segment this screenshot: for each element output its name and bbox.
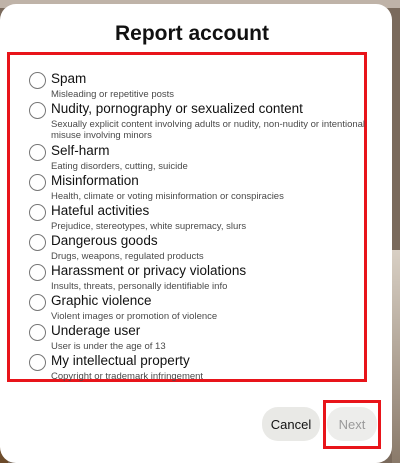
option-label: Hateful activities <box>51 203 150 218</box>
next-button[interactable]: Next <box>327 407 377 441</box>
radio-button[interactable] <box>29 354 46 371</box>
radio-button[interactable] <box>29 204 46 221</box>
option-description: Prejudice, stereotypes, white supremacy,… <box>51 221 247 232</box>
report-reasons-list: Spam Misleading or repetitive posts Nudi… <box>7 52 367 382</box>
option-description: Drugs, weapons, regulated products <box>51 251 204 262</box>
option-description: Misleading or repetitive posts <box>51 89 175 100</box>
radio-button[interactable] <box>29 294 46 311</box>
option-description: Health, climate or voting misinformation… <box>51 191 284 202</box>
option-label: Underage user <box>51 323 141 338</box>
option-label: My intellectual property <box>51 353 190 368</box>
radio-button[interactable] <box>29 324 46 341</box>
option-label: Self-harm <box>51 143 110 158</box>
option-label: Spam <box>51 71 87 86</box>
option-description: Copyright or trademark infringement <box>51 371 204 382</box>
radio-button[interactable] <box>29 102 46 119</box>
option-label: Nudity, pornography or sexualized conten… <box>51 101 303 116</box>
background-image-right <box>392 250 400 463</box>
option-description: Eating disorders, cutting, suicide <box>51 161 188 172</box>
option-label: Dangerous goods <box>51 233 158 248</box>
option-label: Misinformation <box>51 173 139 188</box>
radio-button[interactable] <box>29 72 46 89</box>
radio-button[interactable] <box>29 264 46 281</box>
option-description: Insults, threats, personally identifiabl… <box>51 281 228 292</box>
option-description: Violent images or promotion of violence <box>51 311 218 322</box>
option-label: Harassment or privacy violations <box>51 263 247 278</box>
report-account-dialog: Report account Spam Misleading or repeti… <box>0 4 392 463</box>
option-description: User is under the age of 13 <box>51 341 166 352</box>
radio-button[interactable] <box>29 234 46 251</box>
option-description: Sexually explicit content involving adul… <box>51 119 366 141</box>
radio-button[interactable] <box>29 174 46 191</box>
cancel-button[interactable]: Cancel <box>262 407 320 441</box>
radio-button[interactable] <box>29 144 46 161</box>
dialog-title: Report account <box>114 22 269 45</box>
option-label: Graphic violence <box>51 293 152 308</box>
